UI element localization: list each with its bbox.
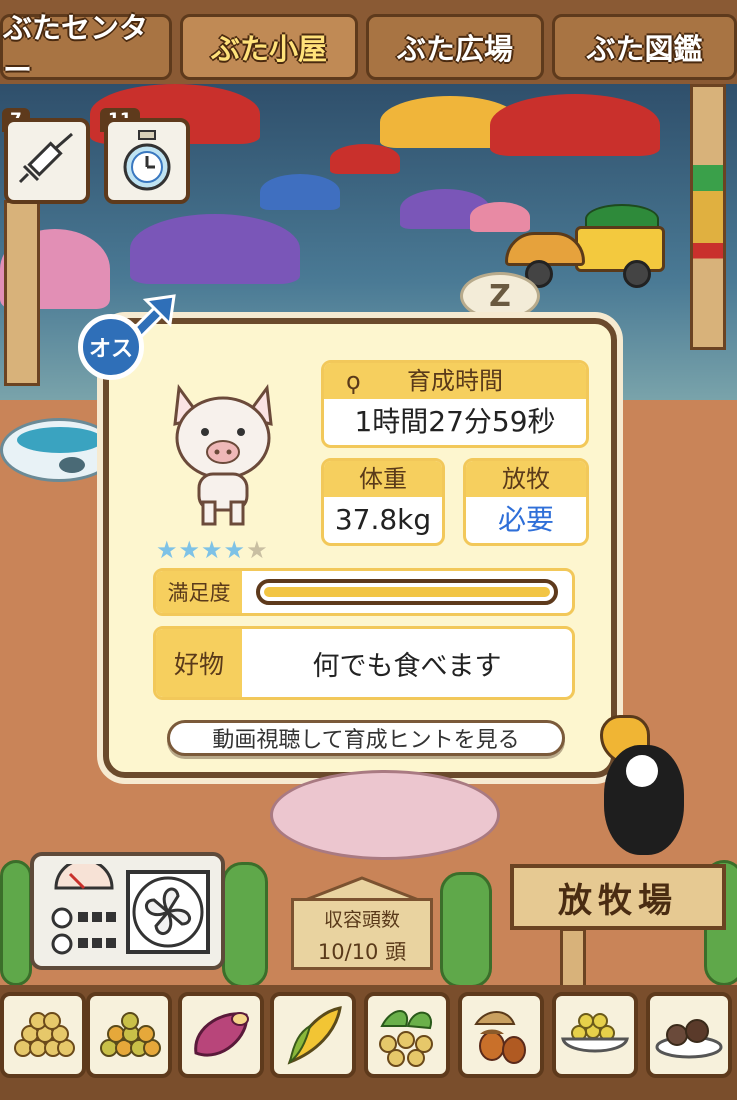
satisfaction-row: 満足度 xyxy=(153,568,575,616)
weight-label: 体重 xyxy=(324,461,442,497)
satisfaction-bar xyxy=(256,579,558,605)
taco-truck xyxy=(505,204,665,288)
feed-slot-sweet-potato[interactable] xyxy=(178,992,264,1078)
satisfaction-label: 満足度 xyxy=(156,571,242,613)
growth-time-box: ϙ 育成時間 1時間27分59秒 xyxy=(321,360,589,448)
favorite-food-row: 好物 何でも食べます xyxy=(153,626,575,700)
growth-time-header: ϙ 育成時間 xyxy=(324,363,586,399)
capacity-value: 10/10 頭 xyxy=(317,940,407,964)
capacity-body: 収容頭数 10/10 頭 xyxy=(291,898,433,970)
mixed-grain-icon xyxy=(100,1012,161,1057)
ventilation-fan-icon xyxy=(126,870,210,954)
capacity-label: 収容頭数 xyxy=(323,909,400,931)
tab-buta-encyclopedia[interactable]: ぶた図鑑 xyxy=(552,14,737,80)
gender-label: オス xyxy=(78,314,144,380)
star-filled-icon: ★ xyxy=(178,536,202,564)
star-filled-icon: ★ xyxy=(201,536,224,564)
cactus-decoration xyxy=(440,872,492,988)
soybean-feed-icon xyxy=(14,1012,75,1057)
stopwatch-item-button[interactable] xyxy=(104,118,190,204)
pig-status-popup: ★★★★★ ϙ 育成時間 1時間27分59秒 体重 37.8kg 放牧 必要 満… xyxy=(103,318,617,778)
stopwatch-icon xyxy=(123,130,171,191)
sweet-potato-icon xyxy=(194,1012,249,1057)
feed-slot-grain-bowl[interactable] xyxy=(552,992,638,1078)
star-empty-icon: ★ xyxy=(246,536,269,564)
corn-icon xyxy=(287,1006,342,1065)
wooden-post xyxy=(4,200,40,386)
satisfaction-bar-fill xyxy=(264,587,550,597)
pig-logo-icon xyxy=(59,457,85,473)
sleep-bubble: Z xyxy=(460,272,540,320)
syringe-item-button[interactable] xyxy=(4,118,90,204)
sleeping-pig xyxy=(270,770,500,860)
feed-slot-mixed-grain[interactable] xyxy=(86,992,172,1078)
feed-slot-acorn[interactable] xyxy=(458,992,544,1078)
grain-bowl-icon xyxy=(561,1013,629,1053)
top-tab-bar: ぶたセンター ぶた小屋 ぶた広場 ぶた図鑑 xyxy=(0,0,737,87)
weight-box: 体重 37.8kg xyxy=(321,458,445,546)
feed-slot-nuts[interactable] xyxy=(364,992,450,1078)
mushroom-decoration xyxy=(130,214,300,284)
feed-slot-corn[interactable] xyxy=(270,992,356,1078)
acorn-icon xyxy=(474,1011,526,1064)
gender-badge: オス xyxy=(78,294,178,384)
water-bowl xyxy=(0,418,118,482)
feed-slot-truffle[interactable] xyxy=(646,992,732,1078)
wooden-post xyxy=(690,84,726,350)
capacity-indicator: 収容頭数 10/10 頭 xyxy=(291,876,433,970)
pasture-sign-button[interactable]: 放牧場 xyxy=(510,864,726,930)
rating-stars: ★★★★★ xyxy=(156,536,269,564)
star-filled-icon: ★ xyxy=(223,536,247,564)
feed-slot-soybean[interactable] xyxy=(0,992,86,1078)
favorite-label: 好物 xyxy=(156,629,242,697)
mushroom-decoration xyxy=(490,94,660,156)
grazing-value: 必要 xyxy=(497,503,554,536)
mushroom-decoration xyxy=(330,144,400,174)
syringe-icon xyxy=(18,132,73,184)
game-scene: Z ぶたセンター ぶた小屋 ぶた広場 ぶた図鑑 7 11 xyxy=(0,0,737,1100)
grazing-label: 放牧 xyxy=(466,461,586,497)
tab-buta-center[interactable]: ぶたセンター xyxy=(0,11,172,87)
truffle-plate-icon xyxy=(655,1019,723,1059)
thermometer-gauge-icon xyxy=(51,864,116,955)
fan-control-panel[interactable] xyxy=(30,852,225,970)
cactus-decoration xyxy=(222,862,268,988)
mushroom-decoration xyxy=(260,174,340,210)
growth-time-label: 育成時間 xyxy=(407,367,503,395)
tab-buta-hut[interactable]: ぶた小屋 xyxy=(180,14,358,80)
watch-video-hint-button[interactable]: 動画視聴して育成ヒントを見る xyxy=(167,720,565,756)
cactus-decoration xyxy=(0,860,32,986)
toucan-decoration xyxy=(590,715,700,865)
growth-time-value: 1時間27分59秒 xyxy=(354,405,556,438)
star-filled-icon: ★ xyxy=(156,536,179,564)
weight-value: 37.8kg xyxy=(334,503,432,536)
key-icon: ϙ xyxy=(346,367,361,395)
favorite-value: 何でも食べます xyxy=(312,650,502,682)
pig-portrait xyxy=(173,384,273,526)
grazing-box: 放牧 必要 xyxy=(463,458,589,546)
nuts-leaf-icon xyxy=(379,1010,433,1067)
tab-buta-plaza[interactable]: ぶた広場 xyxy=(366,14,544,80)
